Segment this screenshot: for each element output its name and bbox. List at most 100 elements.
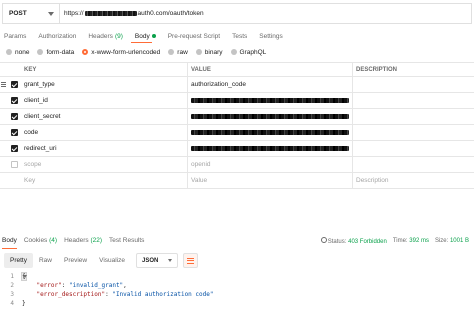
response-status-bar: Status: 403 Forbidden Time: 392 ms Size:…	[320, 237, 469, 245]
table-row-new: Key Value Description	[0, 173, 474, 189]
tab-pre-request-script[interactable]: Pre-request Script	[168, 30, 220, 42]
view-visualize-button[interactable]: Visualize	[93, 253, 131, 268]
redacted-value	[191, 98, 349, 103]
view-raw-button[interactable]: Raw	[33, 253, 58, 268]
redacted-domain	[84, 11, 137, 16]
row-checkbox[interactable]	[10, 97, 18, 104]
column-header-key: KEY	[24, 66, 37, 73]
response-view-toolbar: Pretty Raw Preview Visualize JSON	[4, 253, 199, 268]
view-preview-button[interactable]: Preview	[58, 253, 93, 268]
active-indicator-dot	[151, 34, 156, 38]
tab-count: (9)	[114, 32, 123, 40]
http-method-label: POST	[9, 10, 27, 17]
row-checkbox[interactable]	[10, 81, 18, 88]
radio-icon	[168, 49, 175, 55]
radio-label: none	[15, 48, 30, 56]
row-description[interactable]	[352, 125, 474, 140]
row-description[interactable]	[352, 109, 474, 124]
row-key[interactable]: grant_type	[21, 77, 186, 92]
table-row: code	[0, 125, 474, 141]
tab-tests[interactable]: Tests	[232, 30, 247, 42]
size-value[interactable]: 1001 B	[450, 238, 469, 244]
tab-body[interactable]: Body	[135, 30, 156, 42]
json-value: "Invalid authorization code"	[112, 291, 214, 298]
format-label: JSON	[142, 257, 159, 264]
new-key-input[interactable]: Key	[21, 173, 186, 188]
row-value[interactable]: openid	[187, 157, 352, 172]
size-label: Size:	[434, 238, 449, 244]
tab-label: Settings	[259, 32, 283, 40]
http-method-select[interactable]: POST	[2, 3, 59, 24]
row-value[interactable]	[187, 93, 352, 108]
status: Status: 403 Forbidden	[320, 237, 387, 245]
globe-icon	[320, 237, 327, 243]
radio-label: form-data	[46, 48, 75, 56]
format-select[interactable]: JSON	[136, 253, 179, 268]
tab-response-cookies[interactable]: Cookies (4)	[24, 237, 57, 247]
line-number: 3	[10, 291, 14, 298]
row-checkbox[interactable]	[10, 161, 18, 168]
redacted-value	[191, 114, 349, 119]
tab-count: (4)	[49, 237, 58, 244]
row-checkbox[interactable]	[10, 129, 18, 136]
tab-label: Params	[4, 32, 27, 40]
status-value[interactable]: 403 Forbidden	[348, 239, 387, 245]
radio-icon	[230, 49, 237, 55]
tab-response-body[interactable]: Body	[2, 237, 17, 247]
new-value-input[interactable]: Value	[187, 173, 352, 188]
wrap-lines-button[interactable]	[183, 253, 199, 268]
tab-authorization[interactable]: Authorization	[38, 30, 76, 42]
json-key: "error"	[36, 282, 62, 289]
view-pretty-button[interactable]: Pretty	[4, 253, 33, 268]
row-key[interactable]: code	[21, 125, 186, 140]
row-description[interactable]	[352, 141, 474, 156]
url-input[interactable]: https:// auth0.com/oauth/token	[59, 3, 472, 24]
tab-label: Cookies	[23, 237, 48, 244]
radio-icon	[37, 49, 44, 55]
row-value[interactable]	[187, 125, 352, 140]
body-type-graphql[interactable]: GraphQL	[230, 49, 266, 56]
json-value: "invalid_grant"	[68, 282, 124, 289]
request-tabs: Params Authorization Headers (9) Body Pre…	[4, 30, 283, 42]
code-line: 1 {	[0, 272, 27, 281]
tab-test-results[interactable]: Test Results	[109, 237, 144, 247]
redacted-value	[191, 130, 349, 135]
row-key[interactable]: client_id	[21, 93, 186, 108]
size: Size: 1001 B	[435, 238, 469, 244]
row-key[interactable]: client_secret	[21, 109, 186, 124]
radio-label: binary	[204, 48, 223, 56]
tab-headers[interactable]: Headers (9)	[88, 30, 123, 42]
table-row: client_secret	[0, 109, 474, 125]
row-value[interactable]	[187, 109, 352, 124]
body-type-urlencoded[interactable]: x-www-form-urlencoded	[82, 49, 160, 56]
row-description[interactable]	[352, 93, 474, 108]
chevron-down-icon	[48, 11, 54, 16]
row-checkbox[interactable]	[10, 145, 18, 152]
tab-label: Headers	[88, 32, 113, 40]
tab-params[interactable]: Params	[4, 30, 26, 42]
radio-icon	[6, 49, 12, 55]
body-type-binary[interactable]: binary	[195, 48, 223, 56]
body-type-form-data[interactable]: form-data	[37, 49, 74, 56]
body-type-none[interactable]: none	[6, 49, 29, 56]
row-description[interactable]	[352, 157, 474, 172]
row-value[interactable]: authorization_code	[187, 77, 352, 92]
row-description[interactable]	[352, 77, 474, 92]
radio-icon	[195, 49, 202, 55]
tab-settings[interactable]: Settings	[259, 30, 283, 42]
row-key[interactable]: redirect_uri	[21, 141, 186, 156]
url-prefix: https://	[64, 10, 84, 17]
tab-response-headers[interactable]: Headers (22)	[64, 237, 102, 247]
table-header-row: KEY VALUE DESCRIPTION	[0, 62, 474, 77]
row-checkbox[interactable]	[10, 113, 18, 120]
body-type-raw[interactable]: raw	[168, 49, 188, 56]
line-number: 4	[10, 300, 14, 307]
table-row: redirect_uri	[0, 141, 474, 157]
time-value[interactable]: 392 ms	[409, 238, 429, 244]
tab-label: Authorization	[38, 32, 77, 40]
tab-label: Body	[134, 32, 150, 40]
new-description-input[interactable]: Description	[352, 173, 474, 188]
fold-chevron-icon[interactable]	[23, 275, 27, 278]
row-key[interactable]: scope	[21, 157, 186, 172]
row-value[interactable]	[187, 141, 352, 156]
